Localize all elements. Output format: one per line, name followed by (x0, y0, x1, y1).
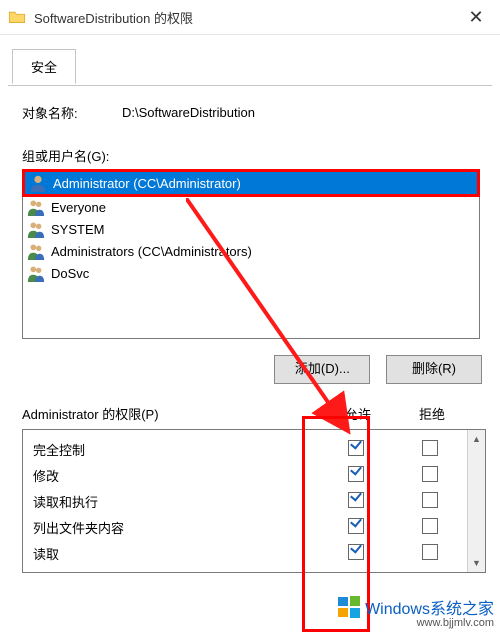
users-list[interactable]: Administrator (CC\Administrator) Everyon… (22, 169, 480, 339)
allow-checkbox[interactable] (348, 440, 364, 456)
allow-column-header: 允许 (321, 404, 395, 423)
permissions-for-label: Administrator 的权限(P) (22, 404, 321, 423)
permissions-header: Administrator 的权限(P) 允许 拒绝 (22, 404, 486, 423)
close-button[interactable]: ✕ (456, 7, 496, 28)
scroll-down-icon[interactable]: ▼ (468, 554, 485, 572)
list-item[interactable]: SYSTEM (23, 218, 479, 240)
perm-name: 读取 (23, 544, 319, 563)
perm-row: 完全控制 (23, 436, 467, 462)
allow-checkbox[interactable] (348, 518, 364, 534)
users-icon (27, 264, 45, 282)
watermark-url: www.bjjmlv.com (417, 617, 494, 629)
permissions-rows: 完全控制 修改 读取和执行 列出文件夹内容 读取 (23, 430, 467, 572)
tab-security[interactable]: 安全 (12, 49, 76, 84)
watermark-text: Windows系统之家 (365, 595, 494, 619)
list-item[interactable]: Administrators (CC\Administrators) (23, 240, 479, 262)
watermark: Windows系统之家 www.bjjmlv.com (337, 595, 494, 629)
scroll-track[interactable] (468, 448, 485, 554)
users-icon (27, 220, 45, 238)
perm-row: 列出文件夹内容 (23, 514, 467, 540)
remove-button[interactable]: 删除(R) (386, 355, 482, 384)
folder-icon (8, 10, 26, 24)
scrollbar[interactable]: ▲ ▼ (467, 430, 485, 572)
tab-strip: 安全 (0, 35, 500, 85)
list-item-label: SYSTEM (51, 222, 104, 237)
deny-checkbox[interactable] (422, 466, 438, 482)
permissions-list: 完全控制 修改 读取和执行 列出文件夹内容 读取 (22, 429, 486, 573)
group-users-label: 组或用户名(G): (22, 146, 486, 165)
list-item-label: DoSvc (51, 266, 89, 281)
allow-checkbox[interactable] (348, 492, 364, 508)
windows-logo-icon (337, 595, 361, 619)
perm-row: 读取和执行 (23, 488, 467, 514)
users-icon (27, 198, 45, 216)
scroll-up-icon[interactable]: ▲ (468, 430, 485, 448)
perm-name: 修改 (23, 466, 319, 485)
list-item[interactable]: Administrator (CC\Administrator) (25, 172, 477, 194)
allow-checkbox[interactable] (348, 544, 364, 560)
deny-checkbox[interactable] (422, 492, 438, 508)
deny-checkbox[interactable] (422, 518, 438, 534)
list-item-label: Everyone (51, 200, 106, 215)
object-name-label: 对象名称: (22, 103, 112, 122)
allow-checkbox[interactable] (348, 466, 364, 482)
tab-underline (8, 85, 492, 86)
deny-checkbox[interactable] (422, 544, 438, 560)
list-item-label: Administrator (CC\Administrator) (53, 176, 241, 191)
title-bar: SoftwareDistribution 的权限 ✕ (0, 0, 500, 35)
object-row: 对象名称: D:\SoftwareDistribution (22, 103, 486, 122)
perm-name: 完全控制 (23, 440, 319, 459)
object-name-value: D:\SoftwareDistribution (122, 105, 255, 120)
window-title: SoftwareDistribution 的权限 (34, 8, 456, 27)
deny-checkbox[interactable] (422, 440, 438, 456)
list-item[interactable]: DoSvc (23, 262, 479, 284)
user-icon (29, 174, 47, 192)
list-item[interactable]: Everyone (23, 196, 479, 218)
annotation-red-box-user: Administrator (CC\Administrator) (22, 169, 480, 197)
list-item-label: Administrators (CC\Administrators) (51, 244, 252, 259)
perm-row: 读取 (23, 540, 467, 566)
deny-column-header: 拒绝 (395, 404, 469, 423)
button-row: 添加(D)... 删除(R) (22, 355, 486, 384)
content-area: 对象名称: D:\SoftwareDistribution 组或用户名(G): … (0, 85, 500, 573)
perm-row: 修改 (23, 462, 467, 488)
perm-name: 读取和执行 (23, 492, 319, 511)
perm-name: 列出文件夹内容 (23, 518, 319, 537)
add-button[interactable]: 添加(D)... (274, 355, 370, 384)
users-icon (27, 242, 45, 260)
